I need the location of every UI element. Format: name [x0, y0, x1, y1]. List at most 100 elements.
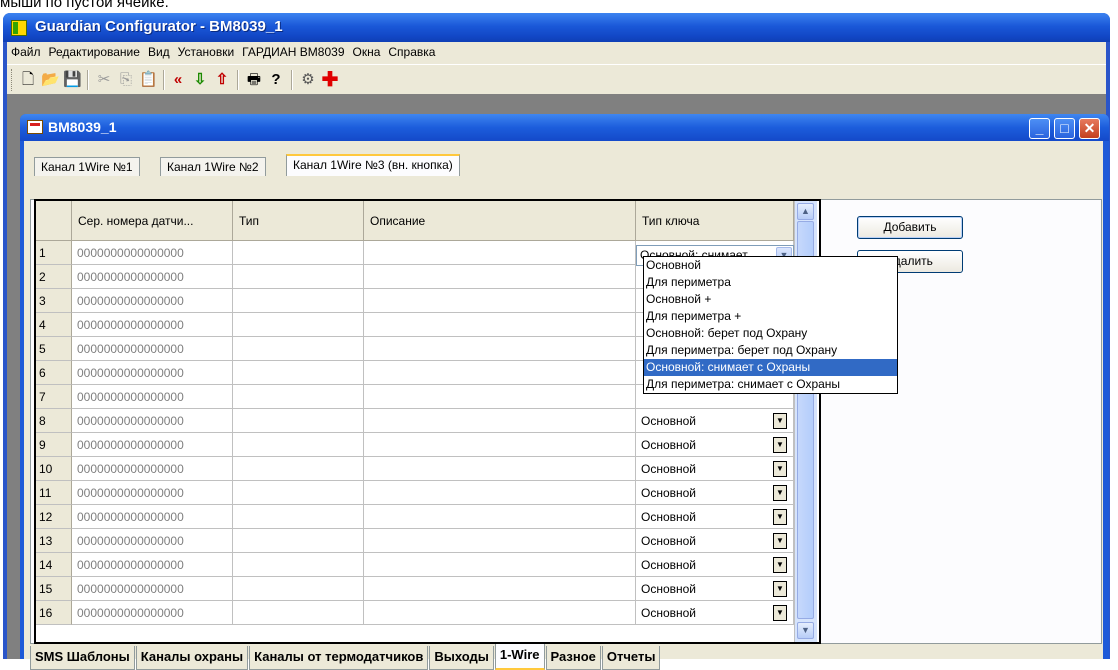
- tab-misc[interactable]: Разное: [545, 646, 601, 670]
- table-row[interactable]: 8 0000000000000000 Основной ▼: [36, 409, 796, 433]
- type-cell[interactable]: [233, 529, 364, 553]
- serial-cell[interactable]: 0000000000000000: [72, 385, 233, 409]
- description-cell[interactable]: [364, 409, 636, 433]
- description-cell[interactable]: [364, 361, 636, 385]
- copy-icon[interactable]: ⎘: [117, 71, 135, 89]
- tab-sms-templates[interactable]: SMS Шаблоны: [30, 646, 135, 670]
- open-folder-icon[interactable]: 📂: [41, 71, 60, 89]
- description-cell[interactable]: [364, 433, 636, 457]
- type-cell[interactable]: [233, 457, 364, 481]
- settings-icon[interactable]: ⚙: [299, 71, 317, 89]
- menu-edit[interactable]: Редактирование: [45, 42, 144, 62]
- key-type-cell[interactable]: Основной ▼: [636, 601, 794, 625]
- key-type-cell[interactable]: Основной ▼: [636, 577, 794, 601]
- chevron-down-icon[interactable]: ▼: [773, 413, 787, 429]
- download-icon[interactable]: ⇩: [191, 71, 209, 89]
- column-header-serial[interactable]: Сер. номера датчи...: [72, 201, 233, 241]
- save-icon[interactable]: 💾: [63, 71, 82, 89]
- serial-cell[interactable]: 0000000000000000: [72, 505, 233, 529]
- dropdown-option[interactable]: Основной +: [644, 291, 897, 308]
- tab-thermo-channels[interactable]: Каналы от термодатчиков: [249, 646, 429, 670]
- maximize-button[interactable]: □: [1054, 118, 1075, 139]
- description-cell[interactable]: [364, 337, 636, 361]
- tab-1wire-2[interactable]: Канал 1Wire №2: [160, 157, 266, 176]
- read-back-icon[interactable]: «: [169, 71, 187, 89]
- key-type-cell[interactable]: Основной ▼: [636, 481, 794, 505]
- add-button[interactable]: Добавить: [857, 216, 963, 239]
- serial-cell[interactable]: 0000000000000000: [72, 241, 233, 265]
- type-cell[interactable]: [233, 409, 364, 433]
- key-type-cell[interactable]: Основной ▼: [636, 553, 794, 577]
- type-cell[interactable]: [233, 289, 364, 313]
- description-cell[interactable]: [364, 385, 636, 409]
- description-cell[interactable]: [364, 313, 636, 337]
- serial-cell[interactable]: 0000000000000000: [72, 457, 233, 481]
- table-row[interactable]: 11 0000000000000000 Основной ▼: [36, 481, 796, 505]
- help-icon[interactable]: ?: [267, 71, 285, 89]
- type-cell[interactable]: [233, 481, 364, 505]
- type-cell[interactable]: [233, 241, 364, 265]
- dropdown-option[interactable]: Основной: [644, 257, 897, 274]
- type-cell[interactable]: [233, 385, 364, 409]
- paste-icon[interactable]: 📋: [139, 71, 158, 89]
- column-header-type[interactable]: Тип: [233, 201, 364, 241]
- table-row[interactable]: 12 0000000000000000 Основной ▼: [36, 505, 796, 529]
- serial-cell[interactable]: 0000000000000000: [72, 337, 233, 361]
- tab-security-channels[interactable]: Каналы охраны: [135, 646, 249, 670]
- dropdown-option[interactable]: Для периметра: берет под Охрану: [644, 342, 897, 359]
- table-row[interactable]: 16 0000000000000000 Основной ▼: [36, 601, 796, 625]
- type-cell[interactable]: [233, 265, 364, 289]
- table-row[interactable]: 14 0000000000000000 Основной ▼: [36, 553, 796, 577]
- chevron-down-icon[interactable]: ▼: [773, 437, 787, 453]
- chevron-down-icon[interactable]: ▼: [773, 605, 787, 621]
- serial-cell[interactable]: 0000000000000000: [72, 289, 233, 313]
- title-bar[interactable]: Guardian Configurator - BM8039_1: [3, 13, 1110, 42]
- type-cell[interactable]: [233, 361, 364, 385]
- child-title-bar[interactable]: BM8039_1 _ □ ✕: [20, 114, 1109, 141]
- close-button[interactable]: ✕: [1079, 118, 1100, 139]
- chevron-down-icon[interactable]: ▼: [773, 509, 787, 525]
- dropdown-option[interactable]: Для периметра +: [644, 308, 897, 325]
- key-type-cell[interactable]: Основной ▼: [636, 505, 794, 529]
- key-type-cell[interactable]: Основной ▼: [636, 457, 794, 481]
- menu-file[interactable]: Файл: [7, 42, 45, 62]
- serial-cell[interactable]: 0000000000000000: [72, 409, 233, 433]
- menu-windows[interactable]: Окна: [349, 42, 385, 62]
- serial-cell[interactable]: 0000000000000000: [72, 361, 233, 385]
- key-type-cell[interactable]: Основной ▼: [636, 529, 794, 553]
- description-cell[interactable]: [364, 553, 636, 577]
- key-type-cell[interactable]: Основной ▼: [636, 433, 794, 457]
- table-row[interactable]: 10 0000000000000000 Основной ▼: [36, 457, 796, 481]
- scroll-up-icon[interactable]: ▲: [797, 203, 814, 220]
- menu-view[interactable]: Вид: [144, 42, 174, 62]
- type-cell[interactable]: [233, 337, 364, 361]
- serial-cell[interactable]: 0000000000000000: [72, 481, 233, 505]
- description-cell[interactable]: [364, 457, 636, 481]
- scroll-down-icon[interactable]: ▼: [797, 622, 814, 639]
- description-cell[interactable]: [364, 241, 636, 265]
- chevron-down-icon[interactable]: ▼: [773, 581, 787, 597]
- description-cell[interactable]: [364, 481, 636, 505]
- serial-cell[interactable]: 0000000000000000: [72, 553, 233, 577]
- chevron-down-icon[interactable]: ▼: [773, 461, 787, 477]
- description-cell[interactable]: [364, 289, 636, 313]
- description-cell[interactable]: [364, 505, 636, 529]
- tab-1wire[interactable]: 1-Wire: [494, 644, 545, 670]
- upload-icon[interactable]: ⇧: [213, 71, 231, 89]
- table-row[interactable]: 13 0000000000000000 Основной ▼: [36, 529, 796, 553]
- description-cell[interactable]: [364, 265, 636, 289]
- key-type-cell[interactable]: Основной ▼: [636, 409, 794, 433]
- table-row[interactable]: 9 0000000000000000 Основной ▼: [36, 433, 796, 457]
- description-cell[interactable]: [364, 529, 636, 553]
- type-cell[interactable]: [233, 433, 364, 457]
- chevron-down-icon[interactable]: ▼: [773, 557, 787, 573]
- tab-1wire-1[interactable]: Канал 1Wire №1: [34, 157, 140, 176]
- menu-settings[interactable]: Установки: [174, 42, 238, 62]
- tab-reports[interactable]: Отчеты: [601, 646, 661, 670]
- description-cell[interactable]: [364, 577, 636, 601]
- tab-outputs[interactable]: Выходы: [429, 646, 494, 670]
- chevron-down-icon[interactable]: ▼: [773, 533, 787, 549]
- serial-cell[interactable]: 0000000000000000: [72, 577, 233, 601]
- serial-cell[interactable]: 0000000000000000: [72, 433, 233, 457]
- description-cell[interactable]: [364, 601, 636, 625]
